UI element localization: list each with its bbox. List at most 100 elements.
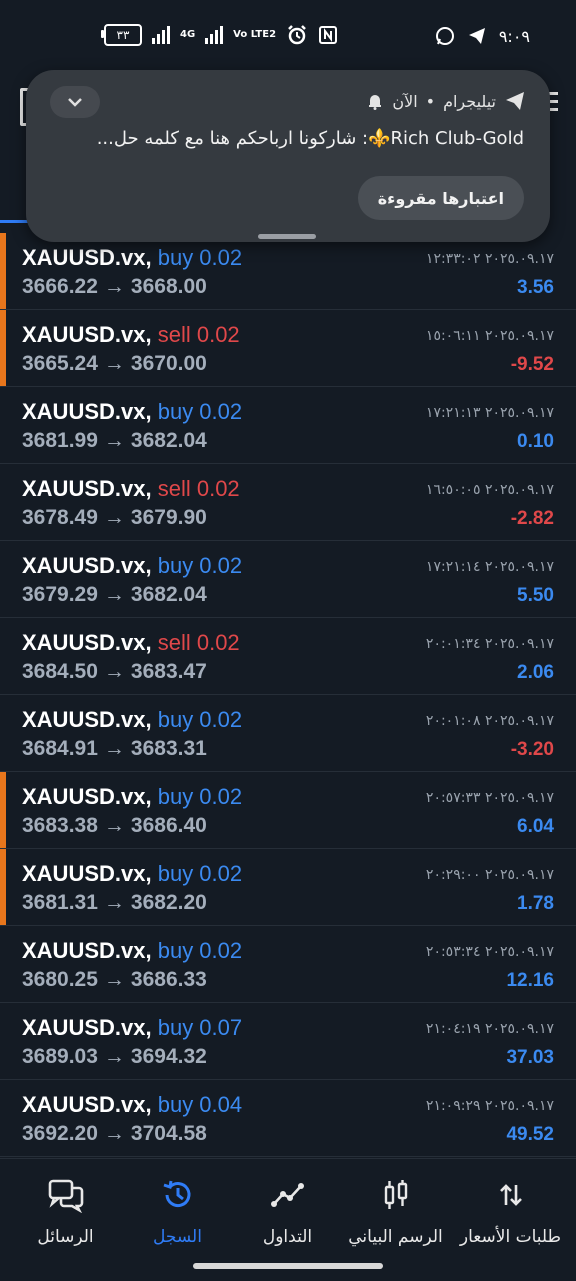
telegram-notification[interactable]: تيليجرام • الآن Rich Club-Gold⚜️: شاركون… [26, 70, 550, 242]
home-indicator[interactable] [193, 1263, 383, 1269]
close-price: 3683.47 [130, 660, 207, 683]
nfc-icon [319, 26, 338, 44]
trade-row[interactable]: XAUUSD.vx, sell 0.02 3684.50 → 3683.47 ٢٠٢٥.… [0, 618, 576, 695]
mark-as-read-button[interactable]: اعتبارها مقروءة [357, 176, 524, 220]
symbol-name: XAUUSD.vx, [22, 553, 152, 578]
symbol-name: XAUUSD.vx, [22, 784, 152, 809]
trade-profit: -3.20 [510, 739, 554, 760]
trade-date: ٢٠٢٥.٠٩.١٧ ٢٠:٠١:٠٨ [425, 713, 554, 729]
trade-row[interactable]: XAUUSD.vx, buy 0.02 3679.29 → 3682.04 ٢٠٢٥.٠… [0, 541, 576, 618]
trade-row[interactable]: XAUUSD.vx, buy 0.02 3680.25 → 3686.33 ٢٠٢٥.٠… [0, 926, 576, 1003]
trade-prices: 3665.24 → 3670.00 [22, 352, 207, 376]
nav-item-trade[interactable]: التداول [230, 1175, 345, 1247]
symbol-name: XAUUSD.vx, [22, 1015, 152, 1040]
nav-item-quotes[interactable]: طلبات الأسعار [453, 1175, 568, 1247]
close-price: 3668.00 [130, 275, 207, 298]
trade-history-list: XAUUSD.vx, buy 0.02 3666.22 → 3668.00 ٢٠٢٥.٠… [0, 233, 576, 1157]
open-price: 3684.50 [22, 660, 98, 683]
battery-icon: ٣٣ [101, 24, 142, 46]
trade-symbol: XAUUSD.vx, buy 0.02 [22, 399, 242, 425]
trade-date: ٢٠٢٥.٠٩.١٧ ٢١:٠٩:٢٩ [425, 1098, 554, 1114]
trade-date: ٢٠٢٥.٠٩.١٧ ٢٠:٠١:٣٤ [425, 636, 554, 652]
trade-row[interactable]: XAUUSD.vx, sell 0.02 3678.49 → 3679.90 ٢٠٢٥.… [0, 464, 576, 541]
open-price: 3680.25 [22, 968, 98, 991]
trade-side: sell 0.02 [157, 322, 240, 347]
trade-prices: 3681.99 → 3682.04 [22, 429, 207, 453]
open-price: 3684.91 [22, 737, 98, 760]
open-price: 3681.99 [22, 429, 98, 452]
nav-item-history[interactable]: السجل [120, 1175, 235, 1247]
trade-prices: 3692.20 → 3704.58 [22, 1122, 207, 1146]
trade-side: buy 0.04 [157, 1092, 243, 1117]
symbol-name: XAUUSD.vx, [22, 938, 152, 963]
notification-drag-handle[interactable] [258, 234, 316, 239]
trade-date: ٢٠٢٥.٠٩.١٧ ٢٠:٥٧:٣٣ [425, 790, 554, 806]
trade-date: ٢٠٢٥.٠٩.١٧ ٢١:٠٤:١٩ [425, 1021, 554, 1037]
chevron-down-icon [68, 98, 82, 107]
trade-profit: 5.50 [517, 585, 554, 606]
trade-row[interactable]: XAUUSD.vx, buy 0.02 3683.38 → 3686.40 ٢٠٢٥.٠… [0, 772, 576, 849]
trade-prices: 3679.29 → 3682.04 [22, 583, 207, 607]
trade-date: ٢٠٢٥.٠٩.١٧ ٢٠:٥٣:٣٤ [425, 944, 554, 960]
trade-profit: 2.06 [517, 662, 554, 683]
nav-label: طلبات الأسعار [459, 1227, 562, 1247]
trade-side: buy 0.02 [157, 938, 243, 963]
trade-row[interactable]: XAUUSD.vx, buy 0.04 3692.20 → 3704.58 ٢٠٢٥.٠… [0, 1080, 576, 1157]
open-price: 3689.03 [22, 1045, 98, 1068]
trade-profit: 12.16 [506, 970, 554, 991]
trade-row[interactable]: XAUUSD.vx, sell 0.02 3665.24 → 3670.00 ٢٠٢٥.… [0, 310, 576, 387]
open-price: 3681.31 [22, 891, 98, 914]
trade-row[interactable]: XAUUSD.vx, buy 0.07 3689.03 → 3694.32 ٢٠٢٥.٠… [0, 1003, 576, 1080]
trade-symbol: XAUUSD.vx, sell 0.02 [22, 322, 240, 348]
arrow-icon: → [103, 1045, 125, 1068]
battery-level: ٣٣ [116, 28, 130, 42]
open-price: 3692.20 [22, 1122, 98, 1145]
trade-prices: 3680.25 → 3686.33 [22, 968, 207, 992]
messages-icon [8, 1175, 123, 1215]
notification-collapse-button[interactable] [50, 86, 100, 118]
status-bar: ٣٣ 4G Vo LTE2 ٩:٠٩ [0, 0, 576, 68]
close-price: 3679.90 [130, 506, 207, 529]
arrow-icon: → [103, 506, 125, 529]
trade-side: buy 0.02 [157, 861, 243, 886]
trade-row[interactable]: XAUUSD.vx, buy 0.02 3681.31 → 3682.20 ٢٠٢٥.٠… [0, 849, 576, 926]
trade-symbol: XAUUSD.vx, buy 0.02 [22, 707, 242, 733]
trade-side: sell 0.02 [157, 630, 240, 655]
open-price: 3683.38 [22, 814, 98, 837]
trade-prices: 3684.50 → 3683.47 [22, 660, 207, 684]
open-price: 3679.29 [22, 583, 98, 606]
trade-row[interactable]: XAUUSD.vx, buy 0.02 3666.22 → 3668.00 ٢٠٢٥.٠… [0, 233, 576, 310]
trade-symbol: XAUUSD.vx, buy 0.04 [22, 1092, 242, 1118]
symbol-name: XAUUSD.vx, [22, 322, 152, 347]
trade-profit: 0.10 [517, 431, 554, 452]
symbol-name: XAUUSD.vx, [22, 245, 152, 270]
arrow-icon: → [103, 352, 125, 375]
arrow-icon: → [103, 891, 125, 914]
notification-separator: • [425, 91, 436, 111]
nav-label: التداول [262, 1227, 313, 1247]
nav-item-messages[interactable]: الرسائل [8, 1175, 123, 1247]
close-price: 3682.20 [130, 891, 207, 914]
open-price: 3678.49 [22, 506, 98, 529]
notification-time: الآن [392, 91, 418, 111]
trade-row[interactable]: XAUUSD.vx, buy 0.02 3684.91 → 3683.31 ٢٠٢٥.٠… [0, 695, 576, 772]
trade-symbol: XAUUSD.vx, buy 0.02 [22, 245, 242, 271]
symbol-name: XAUUSD.vx, [22, 1092, 152, 1117]
arrow-icon: → [103, 583, 125, 606]
network-4g-label: 4G [180, 29, 196, 40]
nav-label: الرسم البياني [348, 1227, 443, 1247]
trade-profit: 37.03 [506, 1047, 554, 1068]
close-price: 3686.33 [130, 968, 207, 991]
trade-date: ٢٠٢٥.٠٩.١٧ ١٢:٣٣:٠٢ [425, 251, 554, 267]
trade-side: buy 0.07 [157, 1015, 243, 1040]
trade-row[interactable]: XAUUSD.vx, buy 0.02 3681.99 → 3682.04 ٢٠٢٥.٠… [0, 387, 576, 464]
trade-side: buy 0.02 [157, 553, 243, 578]
clock: ٩:٠٩ [498, 26, 530, 46]
close-price: 3686.40 [130, 814, 207, 837]
trade-symbol: XAUUSD.vx, sell 0.02 [22, 630, 240, 656]
arrow-icon: → [103, 429, 125, 452]
close-price: 3694.32 [130, 1045, 207, 1068]
nav-item-chart[interactable]: الرسم البياني [338, 1175, 453, 1247]
notification-header: تيليجرام • الآن [366, 90, 526, 112]
trade-prices: 3689.03 → 3694.32 [22, 1045, 207, 1069]
